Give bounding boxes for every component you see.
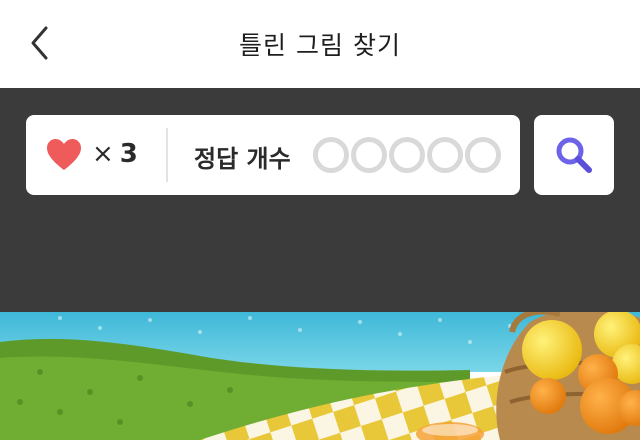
lives-counter: × 3 [92,139,138,169]
magnifier-icon [556,137,592,173]
answer-slot [313,137,349,173]
answer-slot [351,137,387,173]
picnic-scene-image [0,312,640,440]
lives-count: 3 [119,139,138,169]
answer-slots [313,137,501,173]
status-divider [166,128,168,182]
answer-slot [427,137,463,173]
app-header: 틀린 그림 찾기 [0,0,640,88]
lives-multiplier: × [92,139,114,169]
heart-icon [47,139,81,170]
answer-slot [465,137,501,173]
hint-search-button[interactable] [534,115,614,195]
page-title: 틀린 그림 찾기 [239,31,401,60]
answer-count-label: 정답 개수 [194,145,291,173]
puzzle-picture[interactable] [0,312,640,440]
answer-slot [389,137,425,173]
